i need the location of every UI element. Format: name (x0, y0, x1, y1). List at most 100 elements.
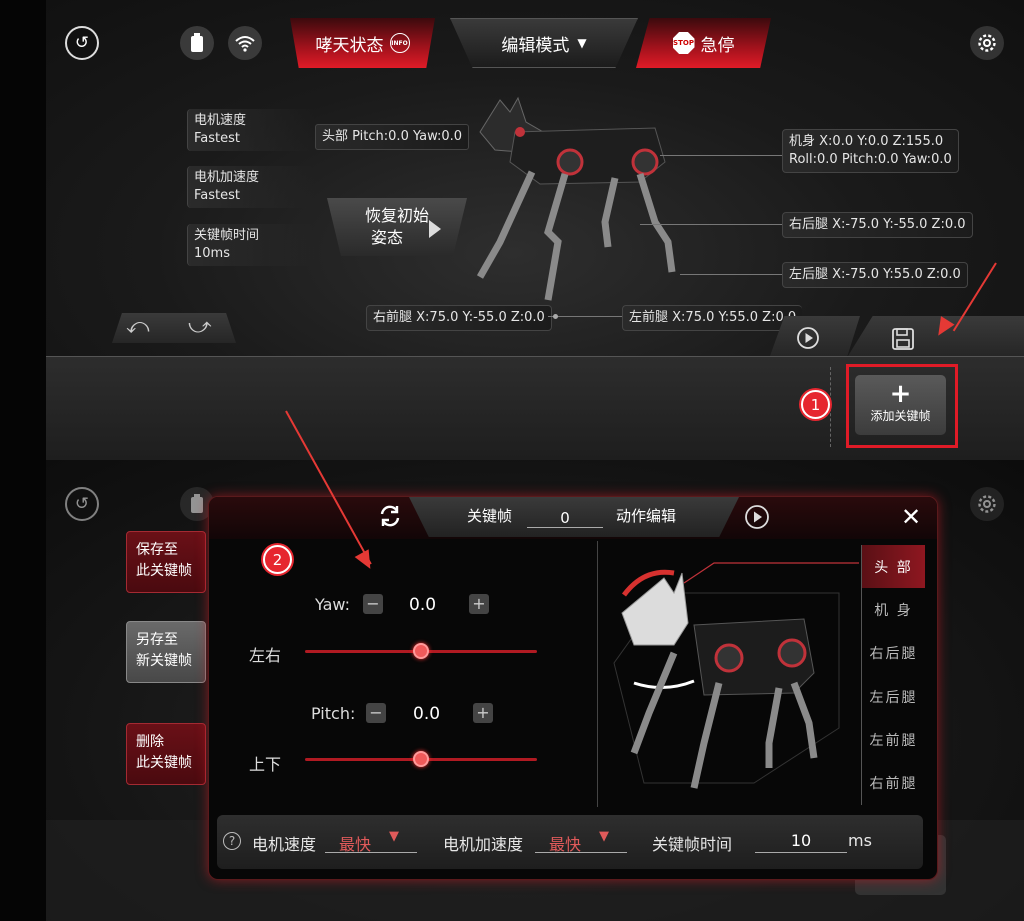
timeline-divider (830, 367, 831, 447)
param-value: Fastest (194, 131, 240, 146)
pitch-plus-button[interactable]: + (473, 703, 493, 723)
yaw-axis-label: 左右 (249, 646, 282, 665)
restore-initial-pose-button[interactable]: 恢复初始 姿态 (327, 198, 467, 256)
undo-icon[interactable]: ⤺ (126, 314, 150, 339)
yaw-label: Yaw: (315, 595, 350, 614)
play-triangle-icon (429, 220, 441, 238)
button-label: 新关键帧 (136, 653, 192, 669)
pitch-axis-label: 上下 (249, 755, 282, 774)
motor-accel-select[interactable]: 最快 ▼ (535, 827, 627, 854)
help-icon[interactable]: ? (223, 832, 241, 850)
stop-label: 急停 (700, 35, 735, 56)
head-pose-label: 头部 Pitch:0.0 Yaw:0.0 (315, 124, 470, 150)
mode-dropdown[interactable]: 编辑模式 ▼ (450, 18, 638, 68)
info-icon: INFO (389, 33, 410, 53)
step-number-2: 2 (263, 545, 292, 574)
keyframe-time-value: 10 (790, 831, 812, 850)
back-arrow-icon: ↺ (74, 494, 90, 514)
status-label: 哮天状态 (315, 35, 384, 56)
close-icon[interactable]: ✕ (901, 503, 921, 531)
back-arrow-icon: ↺ (74, 33, 90, 53)
param-value: 10ms (194, 246, 230, 261)
leader-line (680, 274, 782, 275)
caret-down-icon: ▼ (577, 36, 587, 50)
battery-button[interactable] (180, 26, 214, 60)
param-name: 关键帧时间 (194, 228, 260, 243)
body-pose-label: 机身 X:0.0 Y:0.0 Z:155.0 Roll:0.0 Pitch:0.… (782, 129, 959, 173)
keyframe-edit-dialog: 关键帧 0 动作编辑 ✕ Yaw: − 0.0 + 左右 Pitch: − 0.… (208, 496, 938, 880)
caret-down-icon: ▼ (389, 829, 399, 844)
body-pose-line: 机身 X:0.0 Y:0.0 Z:155.0 (789, 134, 944, 149)
play-circle-icon[interactable] (796, 326, 820, 354)
part-front-right-tab[interactable]: 右前腿 (862, 761, 925, 804)
motor-accel-label: 电机加速度 Fastest (187, 166, 315, 208)
wifi-icon (235, 36, 255, 52)
keyframe-time-input[interactable]: 10 (755, 827, 847, 853)
motion-settings-bar: ? 电机速度 最快 ▼ 电机加速度 最快 ▼ 关键帧时间 10 ms (217, 815, 923, 869)
part-rear-right-tab[interactable]: 右后腿 (862, 632, 925, 675)
motor-speed-label: 电机速度 (252, 835, 317, 854)
caret-down-icon: ▼ (599, 829, 609, 844)
leader-dot (553, 314, 558, 319)
motor-accel-value: 最快 (549, 835, 582, 854)
body-part-list: 头 部 机 身 右后腿 左后腿 左前腿 右前腿 (861, 545, 925, 805)
keyframe-time-label: 关键帧时间 10ms (187, 224, 315, 266)
back-button[interactable]: ↺ (65, 487, 99, 521)
left-edge (0, 460, 46, 921)
keyframe-time-unit: ms (848, 831, 872, 850)
front-left-pose-label: 左前腿 X:75.0 Y:55.0 Z:0.0 (622, 305, 803, 331)
settings-button[interactable] (970, 26, 1004, 60)
button-label: 保存至 (136, 542, 178, 558)
gear-icon (978, 34, 996, 52)
main-editor-screen: ↺ 哮天状态 INFO 编辑模式 ▼ STOP 急停 电机速度 Fastest … (0, 0, 1024, 460)
yaw-minus-button[interactable]: − (363, 594, 383, 614)
keyframe-tab: 关键帧 0 动作编辑 (409, 497, 739, 537)
part-rear-left-tab[interactable]: 左后腿 (862, 675, 925, 718)
button-label: 此关键帧 (136, 755, 192, 771)
rear-left-pose-label: 左后腿 X:-75.0 Y:55.0 Z:0.0 (782, 262, 968, 288)
top-bar: 哮天状态 INFO 编辑模式 ▼ STOP 急停 (290, 18, 820, 68)
yaw-value: 0.0 (409, 595, 437, 615)
save-as-new-keyframe-button[interactable]: 另存至 新关键帧 (126, 621, 206, 683)
annotation-highlight-box (846, 364, 958, 448)
redo-icon[interactable]: ⤻ (188, 314, 212, 339)
pitch-slider-knob[interactable] (413, 751, 429, 767)
settings-button[interactable] (970, 487, 1004, 521)
body-pose-line: Roll:0.0 Pitch:0.0 Yaw:0.0 (789, 152, 952, 167)
motor-speed-value: 最快 (339, 835, 372, 854)
part-head-tab[interactable]: 头 部 (862, 545, 925, 589)
save-disk-icon[interactable] (891, 327, 915, 355)
motor-speed-label: 电机速度 Fastest (187, 109, 315, 151)
param-value: Fastest (194, 188, 240, 203)
part-front-left-tab[interactable]: 左前腿 (862, 718, 925, 761)
keyframe-time-label: 关键帧时间 (652, 835, 733, 854)
wifi-button[interactable] (228, 26, 262, 60)
robot-preview-image (613, 562, 859, 789)
pitch-minus-button[interactable]: − (366, 703, 386, 723)
pitch-value: 0.0 (413, 704, 441, 724)
leader-line (660, 155, 782, 156)
back-button[interactable]: ↺ (65, 26, 99, 60)
robot-dog-image (476, 96, 676, 301)
refresh-icon[interactable] (377, 503, 403, 533)
mode-label: 编辑模式 (501, 35, 570, 56)
status-tab[interactable]: 哮天状态 INFO (290, 18, 435, 68)
motor-speed-select[interactable]: 最快 ▼ (325, 827, 417, 854)
motor-accel-label: 电机加速度 (443, 835, 524, 854)
action-edit-label: 动作编辑 (616, 507, 677, 525)
save-to-this-keyframe-button[interactable]: 保存至 此关键帧 (126, 531, 206, 593)
left-edge (0, 0, 46, 460)
stop-icon: STOP (672, 32, 695, 54)
front-right-pose-label: 右前腿 X:75.0 Y:-55.0 Z:0.0 (366, 305, 552, 331)
keyframe-number-field[interactable]: 0 (527, 509, 603, 528)
battery-icon (191, 33, 203, 52)
keyframe-label: 关键帧 (467, 507, 513, 525)
yaw-plus-button[interactable]: + (469, 594, 489, 614)
delete-keyframe-button[interactable]: 删除 此关键帧 (126, 723, 206, 785)
part-body-tab[interactable]: 机 身 (862, 588, 925, 631)
button-label: 另存至 (136, 632, 178, 648)
leader-line (640, 224, 782, 225)
play-circle-icon[interactable] (744, 504, 770, 534)
yaw-slider-knob[interactable] (413, 643, 429, 659)
emergency-stop-button[interactable]: STOP 急停 (636, 18, 771, 68)
